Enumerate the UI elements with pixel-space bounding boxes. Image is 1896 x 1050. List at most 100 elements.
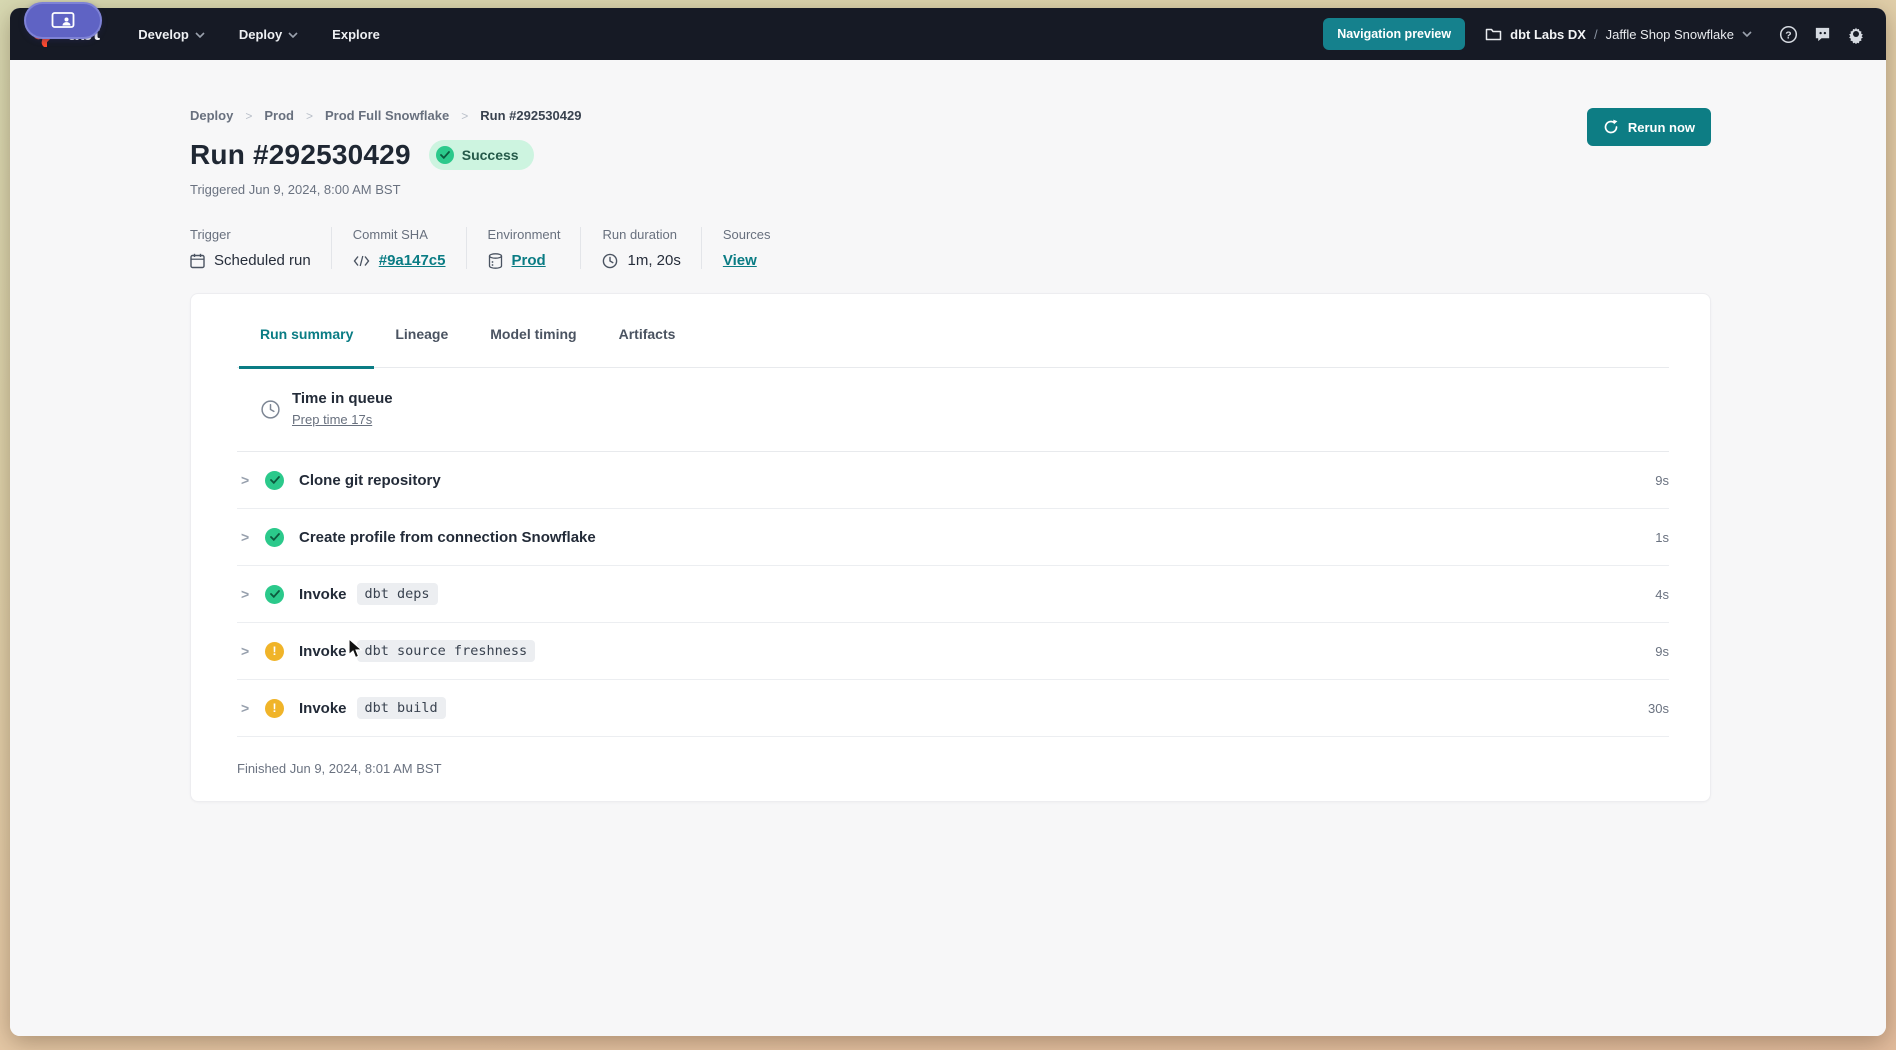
folder-icon xyxy=(1485,27,1502,41)
success-check-icon xyxy=(265,471,284,490)
page-title: Run #292530429 xyxy=(190,139,411,171)
commit-sha-link[interactable]: #9a147c5 xyxy=(379,252,446,269)
warning-icon: ! xyxy=(265,642,284,661)
primary-nav: Develop Deploy Explore xyxy=(138,27,380,42)
step-label: Invoke xyxy=(299,643,347,660)
top-navbar: dbt Develop Deploy Explore Navigation pr… xyxy=(10,8,1886,60)
chevron-down-icon xyxy=(195,32,205,38)
meta-label: Run duration xyxy=(602,227,680,242)
step-label: Invoke xyxy=(299,700,347,717)
run-tabs: Run summary Lineage Model timing Artifac… xyxy=(237,294,1669,368)
help-circle-icon[interactable]: ? xyxy=(1778,24,1798,44)
prep-time-link[interactable]: Prep time 17s xyxy=(292,412,372,427)
code-icon xyxy=(353,255,370,267)
refresh-icon xyxy=(1603,119,1619,135)
chevron-right-icon[interactable]: > xyxy=(241,472,265,488)
rerun-now-button[interactable]: Rerun now xyxy=(1587,108,1711,146)
chevron-right-icon[interactable]: > xyxy=(241,586,265,602)
sources-view-link[interactable]: View xyxy=(723,252,757,269)
breadcrumb-deploy[interactable]: Deploy xyxy=(190,108,233,123)
rerun-now-label: Rerun now xyxy=(1628,120,1695,135)
navbar-icon-group: ? xyxy=(1778,24,1866,44)
chevron-right-icon[interactable]: > xyxy=(241,700,265,716)
triggered-timestamp: Triggered Jun 9, 2024, 8:00 AM BST xyxy=(190,182,1711,197)
breadcrumb: Deploy > Prod > Prod Full Snowflake > Ru… xyxy=(190,60,1711,123)
account-project-switcher[interactable]: dbt Labs DX / Jaffle Shop Snowflake xyxy=(1485,27,1752,42)
success-check-icon xyxy=(265,528,284,547)
clock-icon xyxy=(260,399,281,420)
time-in-queue-title: Time in queue xyxy=(292,390,393,407)
context-separator: / xyxy=(1594,27,1598,42)
clock-icon xyxy=(602,253,618,269)
tab-lineage[interactable]: Lineage xyxy=(374,326,469,369)
step-duration: 30s xyxy=(1648,701,1669,716)
screen-share-indicator[interactable] xyxy=(24,2,102,39)
meta-label: Trigger xyxy=(190,227,311,242)
tab-model-timing[interactable]: Model timing xyxy=(469,326,597,369)
nav-deploy[interactable]: Deploy xyxy=(239,27,298,42)
nav-deploy-label: Deploy xyxy=(239,27,282,42)
status-badge: Success xyxy=(429,140,534,170)
navigation-preview-button[interactable]: Navigation preview xyxy=(1323,18,1465,50)
breadcrumb-separator: > xyxy=(306,109,313,123)
meta-trigger: Trigger Scheduled run xyxy=(190,227,332,269)
step-label: Invoke xyxy=(299,586,347,603)
step-command: dbt source freshness xyxy=(357,640,536,662)
meta-environment: Environment Prod xyxy=(488,227,582,269)
chevron-right-icon[interactable]: > xyxy=(241,643,265,659)
status-badge-label: Success xyxy=(462,147,519,163)
step-row-source-freshness[interactable]: > ! Invoke dbt source freshness 9s xyxy=(237,623,1669,680)
step-duration: 9s xyxy=(1655,473,1669,488)
step-row-create-profile[interactable]: > Create profile from connection Snowfla… xyxy=(237,509,1669,566)
database-icon xyxy=(488,253,503,269)
environment-link[interactable]: Prod xyxy=(512,252,546,269)
step-duration: 9s xyxy=(1655,644,1669,659)
meta-sources: Sources View xyxy=(723,227,791,269)
main-area: Deploy > Prod > Prod Full Snowflake > Ru… xyxy=(10,60,1886,1036)
run-summary-card: Run summary Lineage Model timing Artifac… xyxy=(190,293,1711,802)
meta-run-duration: Run duration 1m, 20s xyxy=(602,227,701,269)
tab-run-summary[interactable]: Run summary xyxy=(239,326,374,369)
breadcrumb-separator: > xyxy=(245,109,252,123)
meta-label: Environment xyxy=(488,227,561,242)
step-label: Clone git repository xyxy=(299,472,441,489)
tab-artifacts[interactable]: Artifacts xyxy=(598,326,697,369)
account-name: dbt Labs DX xyxy=(1510,27,1586,42)
step-command: dbt build xyxy=(357,697,446,719)
trigger-value: Scheduled run xyxy=(214,252,311,269)
feedback-icon[interactable] xyxy=(1812,24,1832,44)
finished-timestamp: Finished Jun 9, 2024, 8:01 AM BST xyxy=(237,737,1669,776)
chevron-right-icon[interactable]: > xyxy=(241,529,265,545)
breadcrumb-run: Run #292530429 xyxy=(480,108,581,123)
gear-icon[interactable] xyxy=(1846,24,1866,44)
step-command: dbt deps xyxy=(357,583,438,605)
time-in-queue-section: Time in queue Prep time 17s xyxy=(237,368,1669,452)
step-label: Create profile from connection Snowflake xyxy=(299,529,596,546)
chevron-down-icon xyxy=(288,32,298,38)
meta-commit-sha: Commit SHA #9a147c5 xyxy=(353,227,467,269)
step-row-dbt-build[interactable]: > ! Invoke dbt build 30s xyxy=(237,680,1669,737)
breadcrumb-separator: > xyxy=(461,109,468,123)
chevron-down-icon xyxy=(1742,31,1752,37)
nav-explore-label: Explore xyxy=(332,27,380,42)
meta-label: Commit SHA xyxy=(353,227,446,242)
step-duration: 4s xyxy=(1655,587,1669,602)
success-check-icon xyxy=(436,146,454,164)
success-check-icon xyxy=(265,585,284,604)
warning-icon: ! xyxy=(265,699,284,718)
step-row-clone-git[interactable]: > Clone git repository 9s xyxy=(237,452,1669,509)
run-duration-value: 1m, 20s xyxy=(627,252,680,269)
breadcrumb-prod[interactable]: Prod xyxy=(264,108,294,123)
step-row-dbt-deps[interactable]: > Invoke dbt deps 4s xyxy=(237,566,1669,623)
navbar-right: Navigation preview dbt Labs DX / Jaffle … xyxy=(1323,18,1866,50)
project-name: Jaffle Shop Snowflake xyxy=(1606,27,1734,42)
nav-develop[interactable]: Develop xyxy=(138,27,205,42)
step-duration: 1s xyxy=(1655,530,1669,545)
nav-develop-label: Develop xyxy=(138,27,189,42)
run-metadata: Trigger Scheduled run Commit SHA xyxy=(190,227,1711,269)
nav-explore[interactable]: Explore xyxy=(332,27,380,42)
calendar-icon xyxy=(190,253,205,269)
breadcrumb-job[interactable]: Prod Full Snowflake xyxy=(325,108,449,123)
meta-label: Sources xyxy=(723,227,771,242)
app-window: dbt Develop Deploy Explore Navigation pr… xyxy=(10,8,1886,1036)
